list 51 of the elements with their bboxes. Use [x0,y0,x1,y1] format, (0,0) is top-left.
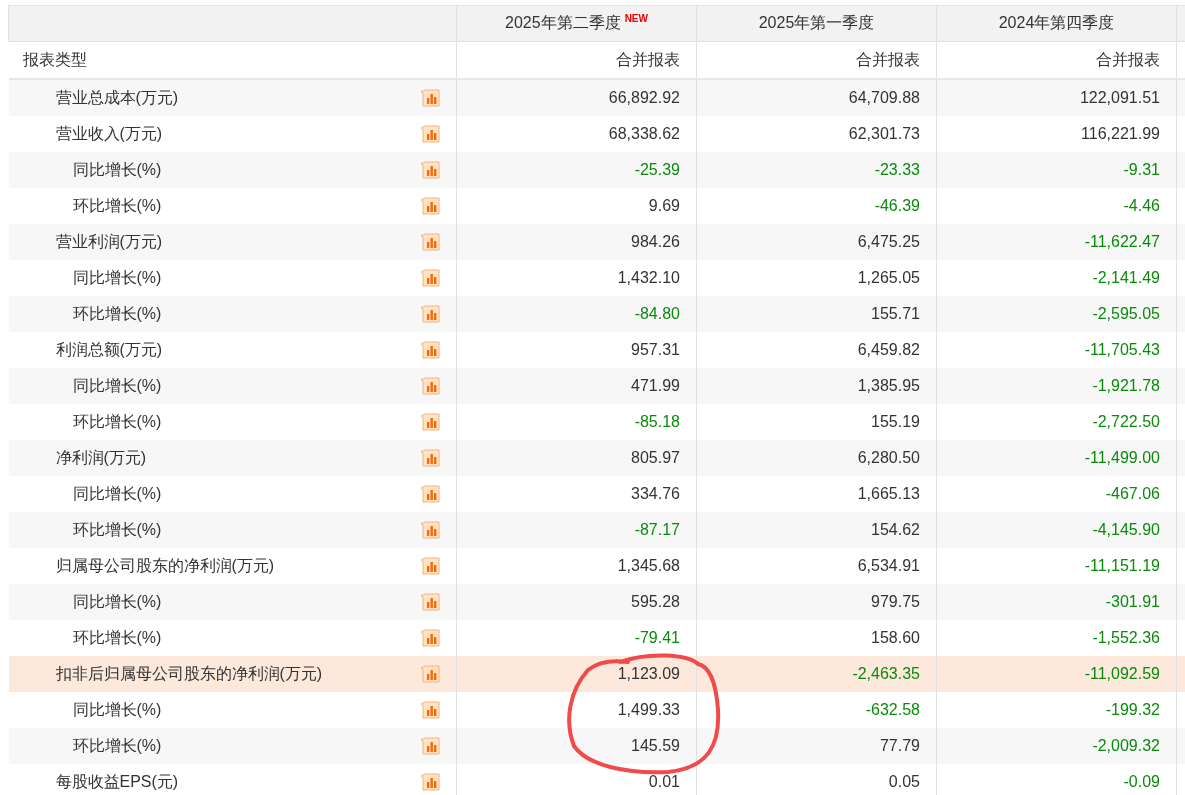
row-label: 扣非后归属母公司股东的净利润(万元) [55,663,323,684]
column-header: 2024年第四季度 [936,5,1177,42]
row-label: 环比增长(%) [72,519,162,540]
table-cell: -0.09 [936,764,1177,795]
bar-chart-icon[interactable] [420,629,440,647]
row-label: 利润总额(万元) [55,339,163,360]
bar-chart-icon[interactable] [420,269,440,287]
bar-chart-icon[interactable] [420,773,440,791]
column-header: 2025年第二季度 $^{NEW}$ [456,5,697,42]
new-label: NEW [624,13,648,24]
bar-chart-icon[interactable] [420,233,440,251]
row-label: 报表类型 [8,41,457,79]
bar-chart-icon[interactable] [420,305,440,323]
table-cell: 0.01 [456,764,697,795]
row-label: 同比增长(%) [72,267,162,288]
bar-chart-icon[interactable] [420,737,440,755]
bar-chart-icon[interactable] [420,485,440,503]
row-label: 同比增长(%) [72,699,162,720]
bar-chart-icon[interactable] [420,161,440,179]
bar-chart-icon[interactable] [420,341,440,359]
table-cell: 0.05 [696,764,937,795]
bar-chart-icon[interactable] [420,449,440,467]
bar-chart-icon[interactable] [420,89,440,107]
bar-chart-icon[interactable] [420,377,440,395]
row-label: 环比增长(%) [72,195,162,216]
bar-chart-icon[interactable] [420,413,440,431]
row-label: 同比增长(%) [72,483,162,504]
row-label: 营业利润(万元) [55,231,163,252]
row-label: 环比增长(%) [72,411,162,432]
row-label: 营业收入(万元) [55,123,163,144]
row-label: 每股收益EPS(元) [55,771,179,792]
bar-chart-icon[interactable] [420,125,440,143]
bar-chart-icon[interactable] [420,557,440,575]
bar-chart-icon[interactable] [420,665,440,683]
table-cell: 合并报表 [456,41,697,79]
bar-chart-icon[interactable] [420,197,440,215]
table-cell: 合并报表 [696,41,937,79]
row-label: 同比增长(%) [72,159,162,180]
row-label: 同比增长(%) [72,375,162,396]
row-label: 环比增长(%) [72,735,162,756]
row-label: 净利润(万元) [55,447,147,468]
row-label: 归属母公司股东的净利润(万元) [55,555,275,576]
table-cell: 合并报表 [936,41,1177,79]
bar-chart-icon[interactable] [420,521,440,539]
bar-chart-icon[interactable] [420,593,440,611]
column-header: 2025年第一季度 [696,5,937,42]
bar-chart-icon[interactable] [420,701,440,719]
row-label: 环比增长(%) [72,627,162,648]
row-label: 营业总成本(万元) [55,87,179,108]
row-label: 环比增长(%) [72,303,162,324]
row-label: 同比增长(%) [72,591,162,612]
